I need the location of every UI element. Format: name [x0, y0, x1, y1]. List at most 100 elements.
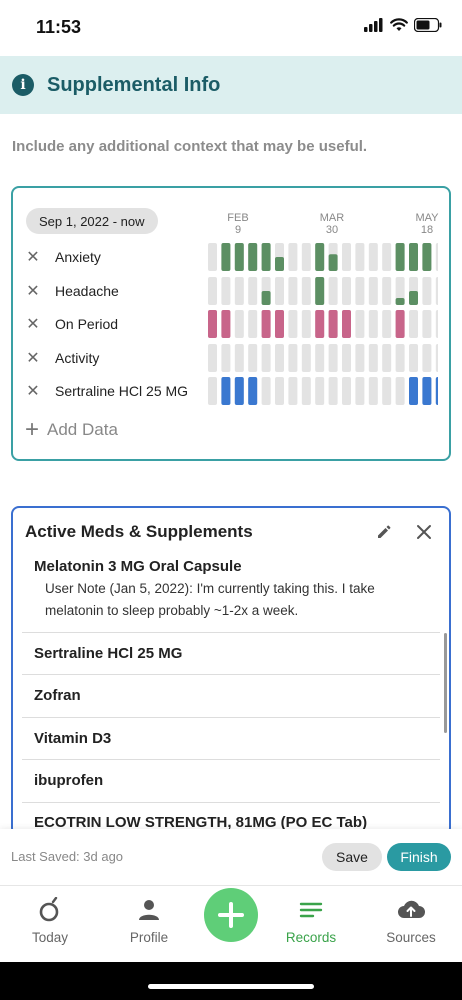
remove-icon[interactable]: ✕	[23, 381, 43, 401]
grid-mark	[234, 377, 244, 405]
grid-mark	[435, 377, 438, 405]
tab-label: Today	[31, 930, 69, 945]
grid-cell	[342, 344, 351, 372]
grid-cell	[208, 277, 217, 305]
grid-cell	[328, 377, 338, 405]
tab-today[interactable]: Today	[5, 896, 95, 945]
tab-sources[interactable]: Sources	[366, 896, 456, 945]
grid-mark	[221, 310, 231, 338]
remove-icon[interactable]: ✕	[23, 314, 43, 334]
grid-cell	[368, 377, 378, 405]
remove-icon[interactable]: ✕	[23, 247, 43, 267]
axis-day: 30	[325, 224, 339, 236]
grid-cell	[234, 344, 244, 372]
tab-label: Sources	[386, 930, 436, 945]
edit-button[interactable]	[373, 521, 395, 543]
grid-mark	[395, 243, 405, 271]
add-data-button[interactable]: + Add Data	[25, 418, 118, 442]
grid-cell	[435, 344, 438, 372]
tab-label: Records	[285, 930, 337, 945]
med-name[interactable]: Sertraline HCl 25 MG	[34, 645, 182, 662]
grid-mark	[221, 377, 231, 405]
grid-mark	[342, 310, 351, 338]
person-icon	[139, 900, 159, 920]
grid-cell	[342, 243, 351, 271]
axis-day: 9	[234, 224, 242, 236]
med-name[interactable]: ibuprofen	[34, 772, 103, 789]
tab-label: Profile	[129, 930, 169, 945]
grid-cell	[435, 243, 438, 271]
grid-mark	[315, 277, 325, 305]
divider	[22, 674, 440, 675]
close-icon	[417, 525, 431, 539]
grid-mark	[422, 243, 432, 271]
remove-icon[interactable]: ✕	[23, 281, 43, 301]
grid-cell	[301, 277, 311, 305]
date-range-chip[interactable]: Sep 1, 2022 - now	[26, 208, 158, 234]
tracker-row-label: Sertraline HCl 25 MG	[55, 383, 189, 399]
grid-cell	[395, 377, 405, 405]
grid-mark	[315, 243, 325, 271]
tab-records[interactable]: Records	[266, 896, 356, 945]
grid-cell	[422, 344, 432, 372]
divider	[22, 802, 440, 803]
grid-cell	[288, 277, 298, 305]
grid-mark	[208, 310, 217, 338]
meds-card-title: Active Meds & Supplements	[25, 522, 253, 541]
grid-cell	[368, 243, 378, 271]
med-name[interactable]: Vitamin D3	[34, 730, 111, 747]
tracker-row-label: Anxiety	[55, 249, 101, 265]
tracker-row-headache: ✕ Headache	[23, 277, 119, 305]
grid-cell	[382, 377, 392, 405]
pencil-icon	[378, 525, 391, 538]
grid-mark	[395, 310, 405, 338]
battery-icon	[414, 18, 442, 32]
grid-cell	[301, 243, 311, 271]
axis-label-may: MAY 18	[409, 212, 445, 236]
grid-mark	[409, 291, 418, 305]
grid-cell	[422, 277, 432, 305]
grid-cell	[248, 310, 258, 338]
grid-cell	[355, 243, 365, 271]
med-name[interactable]: Zofran	[34, 687, 81, 704]
status-bar: 11:53	[0, 0, 462, 56]
save-button[interactable]: Save	[322, 843, 382, 871]
grid-cell	[355, 277, 365, 305]
grid-cell	[422, 310, 432, 338]
last-saved-text: Last Saved: 3d ago	[11, 849, 124, 864]
close-button[interactable]	[413, 521, 435, 543]
section-subtitle: Include any additional context that may …	[12, 138, 368, 155]
axis-month: MAR	[319, 212, 345, 224]
axis-day: 18	[420, 224, 434, 236]
grid-cell	[382, 243, 392, 271]
grid-mark	[221, 243, 231, 271]
grid-mark	[315, 310, 325, 338]
grid-cell	[342, 277, 351, 305]
finish-button[interactable]: Finish	[387, 843, 451, 871]
tracker-row-on-period: ✕ On Period	[23, 310, 118, 338]
tab-profile[interactable]: Profile	[104, 896, 194, 945]
grid-cell	[409, 344, 418, 372]
add-fab-button[interactable]	[204, 888, 258, 942]
tracker-row-label: On Period	[55, 316, 119, 332]
axis-month: MAY	[415, 212, 439, 224]
grid-cell	[435, 310, 438, 338]
grid-cell	[409, 310, 418, 338]
wifi-icon	[390, 18, 408, 31]
home-indicator[interactable]	[148, 984, 314, 989]
grid-cell	[248, 277, 258, 305]
grid-mark	[261, 310, 271, 338]
section-title: Supplemental Info	[47, 73, 221, 96]
grid-cell	[275, 344, 284, 372]
grid-mark	[409, 377, 418, 405]
remove-icon[interactable]: ✕	[23, 348, 43, 368]
section-header: i Supplemental Info	[0, 56, 462, 114]
grid-cell	[301, 377, 311, 405]
scrollbar[interactable]	[444, 633, 447, 733]
grid-cell	[288, 310, 298, 338]
med-name[interactable]: Melatonin 3 MG Oral Capsule	[34, 558, 242, 575]
grid-mark	[328, 254, 338, 271]
med-user-note: User Note (Jan 5, 2022): I'm currently t…	[45, 581, 375, 618]
grid-cell	[315, 377, 325, 405]
active-meds-card: Active Meds & Supplements Melatonin 3 MG…	[11, 506, 451, 836]
